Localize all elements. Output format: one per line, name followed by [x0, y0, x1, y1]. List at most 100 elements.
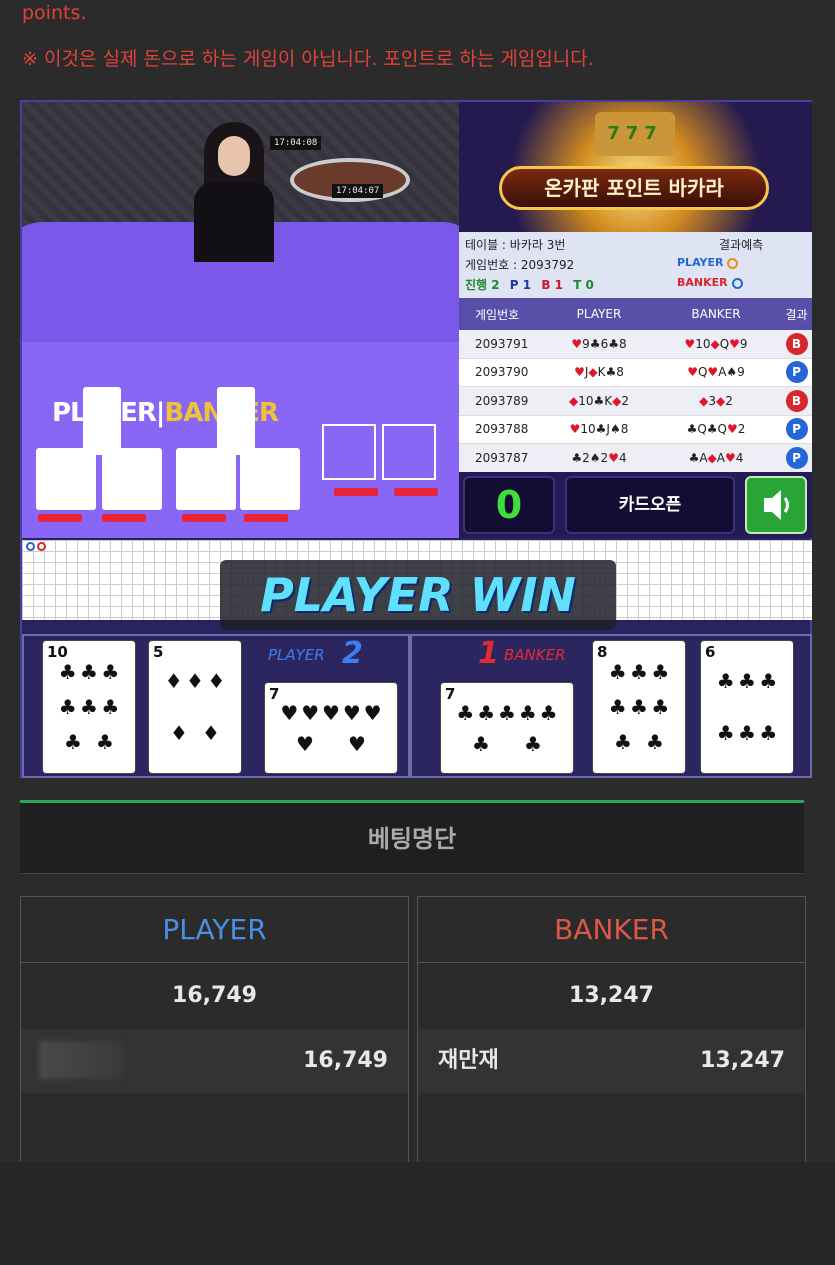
history-header: 게임번호 PLAYER BANKER 결과 — [459, 298, 812, 330]
result-badge: P — [785, 418, 808, 441]
card-open-button[interactable]: 카드오픈 — [565, 476, 735, 534]
banker-bets-header: BANKER — [418, 897, 805, 963]
history-row: 2093789 ◆10♣K◆2 ◆3◆2 B — [459, 387, 812, 416]
table-name: 테이블 : 바카라 3번 — [465, 238, 566, 252]
card-rank: 7 — [445, 685, 456, 703]
table-bar — [244, 514, 288, 522]
banker-bet-entry: 재만재 13,247 — [418, 1029, 805, 1093]
history-result: P — [781, 446, 812, 469]
empty-card-slot — [322, 424, 376, 480]
history-banker-cards: ♣Q♣Q♥2 — [686, 422, 746, 437]
baccarat-game: 17:04:07 17:04:08 PLAYER|BANKER 777 온카판 … — [20, 100, 812, 778]
control-bar: 0 카드오픈 — [459, 472, 812, 538]
history-banker-cards: ◆3◆2 — [699, 393, 733, 408]
result-badge: B — [785, 389, 808, 412]
game-number: 게임번호 : 2093792 — [465, 258, 575, 272]
history-result: B — [781, 332, 812, 355]
predict-player[interactable]: PLAYER — [677, 256, 739, 269]
game-banner: 777 온카판 포인트 바카라 — [459, 102, 812, 232]
sound-button[interactable] — [745, 476, 807, 534]
dealer — [194, 122, 274, 262]
history-game-no: 2093791 — [475, 336, 529, 351]
video-card — [217, 387, 255, 455]
player-score: 2 — [342, 636, 363, 671]
card-rank: 7 — [269, 685, 280, 703]
banker-bet-amount: 13,247 — [700, 1048, 785, 1073]
history-player-cards: ♥J◆K♣8 — [574, 365, 624, 380]
progress-b: B 1 — [541, 278, 563, 292]
col-result: 결과 — [785, 307, 808, 322]
live-video: 17:04:07 17:04:08 PLAYER|BANKER — [22, 102, 459, 538]
history-row: 2093791 ♥9♣6♣8 ♥10◆Q♥9 B — [459, 330, 812, 359]
notice-line-1: points. — [22, 2, 87, 24]
history-player-cards: ♥9♣6♣8 — [571, 336, 627, 351]
card-pips: ♦ ♦ ♦ ♦ ♦ — [164, 669, 226, 745]
history-row: 2093788 ♥10♣J♠8 ♣Q♣Q♥2 P — [459, 416, 812, 444]
predict-player-label: PLAYER — [677, 256, 724, 269]
result-badge: P — [785, 361, 808, 384]
card-pips: ♣ ♣ ♣ ♣ ♣ ♣ ♣ ♣ — [608, 660, 670, 754]
card-pips: ♣ ♣ ♣ ♣ ♣ ♣ ♣ ♣ — [58, 660, 120, 754]
history-player-cards: ♣2♠2♥4 — [571, 450, 627, 465]
history-game-no: 2093788 — [475, 422, 529, 437]
history-banker-cards: ♥Q♥A♠9 — [687, 365, 745, 380]
player-card-3: 7 ♥ ♥ ♥ ♥ ♥ ♥ ♥ — [264, 682, 398, 774]
video-card — [102, 448, 162, 510]
player-bets-header: PLAYER — [21, 897, 408, 963]
card-pips: ♣ ♣ ♣ ♣ ♣ ♣ ♣ — [456, 700, 558, 756]
history-player-cards: ♥10♣J♠8 — [569, 422, 629, 437]
road-dot — [37, 542, 46, 551]
speaker-icon — [764, 490, 789, 520]
col-game-no: 게임번호 — [475, 307, 520, 322]
banker-bet-user: 재만재 — [438, 1048, 499, 1073]
player-card-2: 5 ♦ ♦ ♦ ♦ ♦ — [148, 640, 242, 774]
banker-score-label: BANKER — [504, 646, 566, 664]
history-banker-cards: ♥10◆Q♥9 — [684, 336, 748, 351]
history-row: 2093790 ♥J◆K♣8 ♥Q♥A♠9 P — [459, 359, 812, 387]
card-rank: 5 — [153, 643, 164, 661]
card-rank: 6 — [705, 643, 716, 661]
history-game-no: 2093790 — [475, 365, 529, 380]
card-rank: 8 — [597, 643, 608, 661]
notice-line-2: ※ 이것은 실제 돈으로 하는 게임이 아닙니다. 포인트로 하는 게임입니다. — [22, 48, 594, 70]
table-bar — [38, 514, 82, 522]
result-badge: B — [785, 332, 808, 355]
card-pips: ♣ ♣ ♣ ♣ ♣ ♣ — [716, 669, 778, 745]
progress: 진행 2 P 1 B 1 T 0 — [465, 276, 594, 293]
progress-label: 진행 2 — [465, 278, 500, 292]
player-score-label: PLAYER — [268, 646, 325, 664]
player-result: 10 ♣ ♣ ♣ ♣ ♣ ♣ ♣ ♣ 5 ♦ ♦ ♦ ♦ ♦ PLAYER 2 7 ♥ ♥ ♥ ♥ ♥ ♥ ♥ — [22, 634, 410, 778]
predict-banker-label: BANKER — [677, 276, 728, 289]
history-result: P — [781, 418, 812, 441]
col-player: PLAYER — [576, 307, 622, 321]
result-panel: 10 ♣ ♣ ♣ ♣ ♣ ♣ ♣ ♣ 5 ♦ ♦ ♦ ♦ ♦ PLAYER 2 7 ♥ ♥ ♥ ♥ ♥ ♥ ♥ 1… — [22, 634, 812, 778]
video-card — [240, 448, 300, 510]
progress-t: T 0 — [573, 278, 594, 292]
banker-card-2: 8 ♣ ♣ ♣ ♣ ♣ ♣ ♣ ♣ — [592, 640, 686, 774]
prediction-label: 결과예측 — [719, 238, 764, 252]
circle-icon — [731, 277, 743, 289]
banker-score: 1 — [478, 636, 499, 671]
player-card-1: 10 ♣ ♣ ♣ ♣ ♣ ♣ ♣ ♣ — [42, 640, 136, 774]
bottom-band — [0, 1162, 835, 1265]
table-bar — [334, 488, 378, 496]
win-banner: PLAYER WIN — [220, 560, 616, 630]
video-card — [36, 448, 96, 510]
game-info: 테이블 : 바카라 3번 게임번호 : 2093792 진행 2 P 1 B 1… — [459, 232, 812, 298]
card-pips: ♥ ♥ ♥ ♥ ♥ ♥ ♥ — [280, 700, 382, 756]
progress-p: P 1 — [509, 278, 532, 292]
road-dot — [26, 542, 35, 551]
history-game-no: 2093787 — [475, 450, 529, 465]
predict-banker[interactable]: BANKER — [677, 276, 743, 289]
timer: 0 — [463, 476, 555, 534]
player-bet-entry: 16,749 — [21, 1029, 408, 1093]
circle-icon — [727, 257, 739, 269]
result-badge: P — [785, 446, 808, 469]
bet-list-title: 베팅명단 — [20, 800, 804, 874]
history-player-cards: ◆10♣K◆2 — [568, 393, 629, 408]
history-result: P — [781, 361, 812, 384]
col-banker: BANKER — [691, 307, 741, 321]
blurred-username — [39, 1041, 123, 1079]
video-card — [83, 387, 121, 455]
banker-card-1: 7 ♣ ♣ ♣ ♣ ♣ ♣ ♣ — [440, 682, 574, 774]
